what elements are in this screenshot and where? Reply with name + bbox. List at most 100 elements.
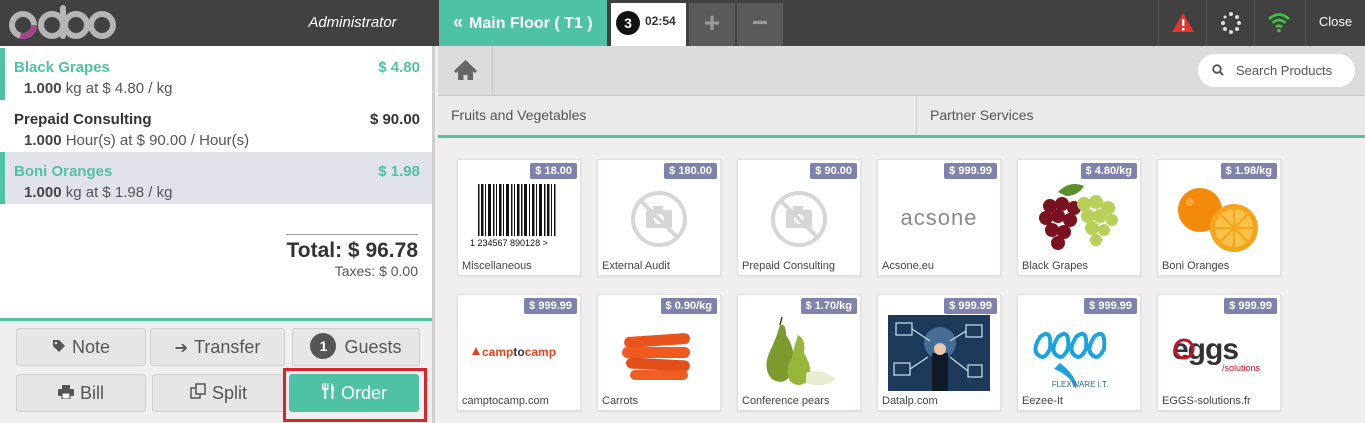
- product-card[interactable]: $ 1.98/kg Boni Oranges: [1157, 159, 1281, 276]
- product-card[interactable]: 1 234567 890128 > $ 18.00 Miscellaneous: [457, 159, 581, 276]
- price-tag: $ 999.99: [944, 163, 997, 179]
- price-tag: $ 999.99: [524, 298, 577, 314]
- orderline-name: Boni Oranges: [14, 163, 113, 180]
- top-bar: Administrator « Main Floor ( T1 ) 3 02:54…: [0, 0, 1365, 46]
- no-photo-icon: [771, 191, 827, 247]
- selection-bar: [0, 152, 5, 204]
- product-card[interactable]: $ 999.99 Datalp.com: [877, 294, 1001, 411]
- orderline-unit-info: Hour(s) at $ 90.00 / Hour(s): [65, 132, 250, 149]
- double-chevron-left-icon: «: [453, 12, 464, 32]
- order-summary: Total: $ 96.78 Taxes: $ 0.00: [286, 234, 418, 279]
- product-card[interactable]: $ 0.90/kg Carrots: [597, 294, 721, 411]
- price-tag: $ 999.99: [1224, 298, 1277, 314]
- add-order-button[interactable]: +: [689, 3, 735, 46]
- camptocamp-logo-part: to: [513, 345, 524, 359]
- orderline[interactable]: Prepaid Consulting $ 90.00 1.000 Hour(s)…: [0, 100, 432, 152]
- grapes-image: [1039, 184, 1118, 250]
- user-name[interactable]: Administrator: [270, 0, 435, 46]
- category-button[interactable]: Fruits and Vegetables: [438, 96, 916, 135]
- breadcrumb-bar: Search Products: [438, 46, 1365, 96]
- price-tag: $ 90.00: [810, 163, 857, 179]
- home-icon: [453, 59, 478, 80]
- product-name: camptocamp.com: [462, 395, 549, 407]
- order-pane: Black Grapes $ 4.80 1.000 kg at $ 4.80 /…: [0, 46, 435, 423]
- camptocamp-logo: camptocamp: [472, 345, 556, 359]
- floor-button[interactable]: « Main Floor ( T1 ): [439, 0, 607, 46]
- pears-image: [766, 316, 836, 386]
- orderline-info: 1.000 kg at $ 1.98 / kg: [24, 184, 172, 201]
- eggs-logo-subtext: /solutions: [1222, 363, 1261, 373]
- price-tag: $ 1.98/kg: [1220, 163, 1277, 179]
- product-card[interactable]: $ 90.00 Prepaid Consulting: [737, 159, 861, 276]
- note-label: Note: [71, 337, 111, 357]
- search-input[interactable]: Search Products: [1198, 54, 1355, 87]
- product-name: Miscellaneous: [462, 260, 532, 272]
- orderline-price: $ 4.80: [378, 59, 420, 76]
- orderline-qty: 1.000: [24, 132, 62, 149]
- orderline-price: $ 1.98: [378, 163, 420, 180]
- orderline-name: Black Grapes: [14, 59, 110, 76]
- barcode-icon: 1 234567 890128 >: [470, 184, 556, 248]
- product-name: Boni Oranges: [1162, 260, 1230, 272]
- product-card[interactable]: $ 4.80/kg Black Grapes: [1017, 159, 1141, 276]
- product-name: EGGS-solutions.fr: [1162, 395, 1251, 407]
- spinner-icon: [1221, 12, 1241, 34]
- price-tag: $ 1.70/kg: [800, 298, 857, 314]
- product-name: Black Grapes: [1022, 260, 1089, 272]
- eezee-logo: FLEXWARE I.T.: [1033, 332, 1109, 389]
- split-button[interactable]: Split: [152, 374, 285, 412]
- product-card[interactable]: camptocamp $ 999.99 camptocamp.com: [457, 294, 581, 411]
- bill-button[interactable]: Bill: [16, 374, 146, 412]
- product-card[interactable]: $ 1.70/kg Conference pears: [737, 294, 861, 411]
- product-card[interactable]: FLEXWARE I.T. $ 999.99 Eezee-It: [1017, 294, 1141, 411]
- price-tag: $ 180.00: [664, 163, 717, 179]
- sync-status[interactable]: [1206, 0, 1254, 46]
- orderline-info: 1.000 kg at $ 4.80 / kg: [24, 80, 172, 97]
- selection-bar: [0, 48, 5, 100]
- proxy-warning-status[interactable]: [1158, 0, 1206, 46]
- eezee-tagline: FLEXWARE I.T.: [1052, 380, 1109, 389]
- product-card[interactable]: $ 180.00 External Audit: [597, 159, 721, 276]
- order-button-highlight: [283, 368, 427, 422]
- tag-icon: [52, 331, 66, 367]
- price-tag: $ 18.00: [530, 163, 577, 179]
- orderline-selected[interactable]: Boni Oranges $ 1.98 1.000 kg at $ 1.98 /…: [0, 152, 432, 204]
- floor-label: Main Floor ( T1 ): [469, 15, 593, 32]
- category-button[interactable]: Partner Services: [916, 96, 1365, 135]
- product-name: Eezee-It: [1022, 395, 1063, 407]
- product-name: External Audit: [602, 260, 670, 272]
- orderlines: Black Grapes $ 4.80 1.000 kg at $ 4.80 /…: [0, 46, 432, 318]
- orderline-qty: 1.000: [24, 80, 62, 97]
- odoo-logo: [9, 5, 116, 39]
- acsone-logo: acsone: [901, 205, 977, 230]
- product-name: Datalp.com: [882, 395, 938, 407]
- search-placeholder: Search Products: [1236, 63, 1333, 78]
- summary-divider: [286, 234, 418, 235]
- orderline-unit-info: kg at $ 1.98 / kg: [65, 184, 173, 201]
- oranges-image: [1178, 188, 1258, 252]
- printer-icon: [57, 377, 74, 413]
- close-button[interactable]: Close: [1305, 0, 1365, 46]
- transfer-button[interactable]: ➔ Transfer: [150, 328, 285, 366]
- price-tag: $ 4.80/kg: [1080, 163, 1137, 179]
- home-button[interactable]: [438, 46, 493, 96]
- orderline-qty: 1.000: [24, 184, 62, 201]
- orderline-name: Prepaid Consulting: [14, 111, 152, 128]
- remove-order-button[interactable]: −: [737, 3, 783, 46]
- product-name: Acsone.eu: [882, 260, 934, 272]
- connection-status[interactable]: [1254, 0, 1302, 46]
- copy-icon: [190, 377, 206, 413]
- order-tab[interactable]: 3 02:54: [611, 3, 686, 46]
- product-card[interactable]: eggs /solutions $ 999.99 EGGS-solutions.…: [1157, 294, 1281, 411]
- bill-label: Bill: [79, 383, 104, 403]
- product-card[interactable]: acsone $ 999.99 Acsone.eu: [877, 159, 1001, 276]
- search-icon: [1212, 54, 1224, 99]
- note-button[interactable]: Note: [16, 328, 146, 366]
- guests-count-badge: 1: [310, 333, 337, 359]
- arrow-right-icon: ➔: [174, 340, 189, 357]
- orderline[interactable]: Black Grapes $ 4.80 1.000 kg at $ 4.80 /…: [0, 48, 432, 100]
- eggs-logo-text: eggs: [1172, 333, 1238, 366]
- barcode-number: 1 234567 890128 >: [470, 238, 548, 248]
- carrots-image: [622, 333, 690, 380]
- guests-button[interactable]: 1 Guests: [292, 328, 420, 366]
